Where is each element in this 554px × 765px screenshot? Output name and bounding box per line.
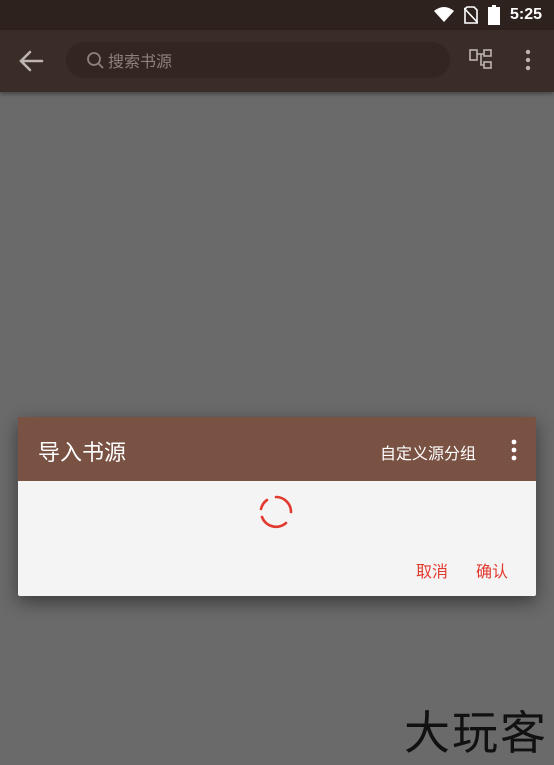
confirm-button[interactable]: 确认 — [476, 558, 508, 582]
back-button[interactable] — [14, 46, 48, 76]
search-icon — [87, 52, 104, 69]
search-placeholder: 搜索书源 — [108, 52, 173, 71]
tree-structure-icon[interactable] — [469, 48, 493, 72]
more-vert-icon[interactable] — [524, 48, 532, 72]
search-input[interactable]: 搜索书源 — [66, 42, 450, 78]
dialog-title: 导入书源 — [38, 441, 127, 466]
no-sim-icon — [463, 6, 478, 24]
toolbar: 搜索书源 — [0, 30, 554, 92]
battery-icon — [487, 5, 500, 25]
wifi-icon — [433, 7, 454, 22]
loading-spinner-icon — [259, 495, 293, 529]
status-bar: 5:25 — [0, 0, 554, 30]
import-source-dialog: 导入书源 自定义源分组 取消 确认 — [18, 417, 536, 596]
custom-group-button[interactable]: 自定义源分组 — [380, 440, 476, 464]
status-time: 5:25 — [509, 6, 542, 23]
more-vert-icon[interactable] — [510, 439, 518, 461]
watermark: 大玩客 — [404, 706, 548, 760]
cancel-button[interactable]: 取消 — [416, 558, 448, 582]
dialog-actions: 取消 确认 — [416, 558, 508, 582]
status-icons: 5:25 — [433, 5, 542, 25]
dialog-header: 导入书源 自定义源分组 — [18, 417, 536, 481]
